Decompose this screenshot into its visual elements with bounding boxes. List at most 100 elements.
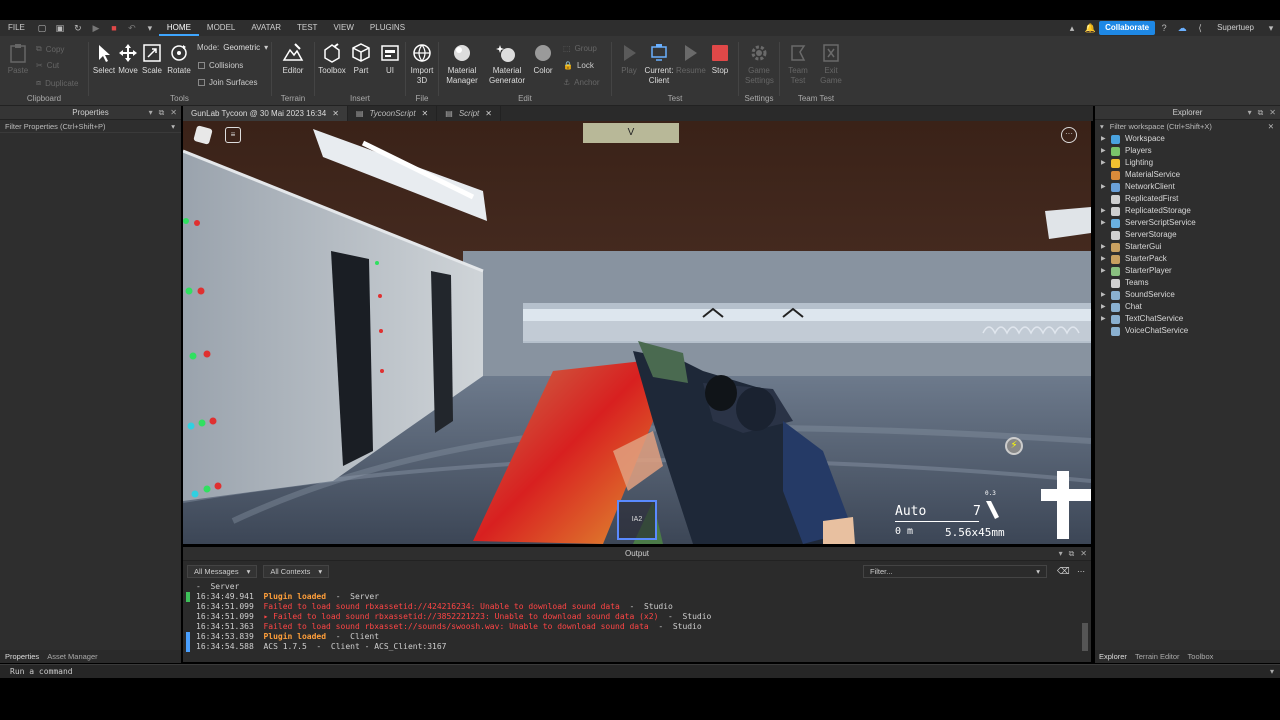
chevron-down-icon[interactable]: ▾ bbox=[1059, 547, 1063, 561]
explorer-item[interactable]: ▶ StarterGui bbox=[1095, 241, 1280, 253]
explorer-item[interactable]: ▶ Players bbox=[1095, 145, 1280, 157]
lock-button[interactable]: 🔒 Lock bbox=[563, 61, 594, 70]
expand-arrow-icon[interactable]: ▶ bbox=[1101, 313, 1111, 325]
popout-icon[interactable]: ⧉ bbox=[159, 106, 165, 120]
collapse-ribbon-icon[interactable]: ▴ bbox=[1066, 22, 1078, 34]
part-button[interactable]: Part bbox=[347, 42, 375, 76]
popout-icon[interactable]: ⧉ bbox=[1069, 547, 1075, 561]
chat-icon[interactable]: ≡ bbox=[225, 127, 241, 143]
save-icon[interactable]: ▣ bbox=[54, 22, 66, 34]
duplicate-button[interactable]: ⧈ Duplicate bbox=[36, 78, 78, 88]
play-button[interactable]: Play bbox=[615, 42, 643, 76]
explorer-item[interactable]: ▶ SoundService bbox=[1095, 289, 1280, 301]
tab-properties[interactable]: Properties bbox=[5, 652, 39, 661]
tab-toolbox[interactable]: Toolbox bbox=[1188, 652, 1214, 661]
expand-arrow-icon[interactable]: ▶ bbox=[1101, 145, 1111, 157]
explorer-item[interactable]: ReplicatedFirst bbox=[1095, 193, 1280, 205]
log-message[interactable]: ▸ Failed to load sound rbxassetid://3852… bbox=[263, 612, 658, 621]
expand-arrow-icon[interactable]: ▶ bbox=[1101, 217, 1111, 229]
close-icon[interactable]: ✕ bbox=[332, 106, 339, 121]
tab-home[interactable]: HOME bbox=[158, 20, 199, 36]
notification-bell-icon[interactable]: 🔔 bbox=[1084, 22, 1096, 34]
explorer-item[interactable]: ▶ StarterPack bbox=[1095, 253, 1280, 265]
chevron-down-icon[interactable]: ▾ bbox=[1270, 667, 1274, 676]
new-file-icon[interactable]: ▢ bbox=[36, 22, 48, 34]
expand-arrow-icon[interactable]: ▶ bbox=[1101, 253, 1111, 265]
tab-view[interactable]: VIEW bbox=[325, 20, 361, 36]
terrain-editor-button[interactable]: Editor bbox=[279, 42, 307, 76]
rotate-tool-button[interactable]: Rotate bbox=[165, 42, 193, 76]
collisions-checkbox[interactable] bbox=[198, 62, 205, 69]
material-generator-button[interactable]: Material Generator bbox=[488, 42, 526, 86]
tab-explorer[interactable]: Explorer bbox=[1099, 652, 1127, 661]
context-filter-dropdown[interactable]: All Contexts ▾ bbox=[263, 564, 330, 578]
stop-button[interactable]: Stop bbox=[706, 42, 734, 76]
explorer-item[interactable]: ▶ ReplicatedStorage bbox=[1095, 205, 1280, 217]
toolbox-button[interactable]: Toolbox bbox=[318, 42, 346, 76]
team-test-button[interactable]: Team Test bbox=[784, 42, 812, 86]
close-icon[interactable]: ✕ bbox=[1268, 120, 1274, 133]
more-options-icon[interactable]: ⋯ bbox=[1077, 567, 1085, 576]
tab-asset-manager[interactable]: Asset Manager bbox=[47, 652, 97, 661]
explorer-item[interactable]: ▶ Lighting bbox=[1095, 157, 1280, 169]
explorer-item[interactable]: ▶ NetworkClient bbox=[1095, 181, 1280, 193]
command-bar[interactable]: Run a command ▾ bbox=[0, 664, 1280, 678]
log-message[interactable]: Plugin loaded bbox=[263, 632, 326, 641]
close-icon[interactable]: ✕ bbox=[170, 106, 177, 120]
expand-arrow-icon[interactable]: ▶ bbox=[1101, 181, 1111, 193]
close-icon[interactable]: ✕ bbox=[1080, 547, 1087, 561]
log-message[interactable]: Server bbox=[210, 582, 239, 591]
message-filter-dropdown[interactable]: All Messages ▾ bbox=[187, 564, 258, 578]
explorer-item[interactable]: Teams bbox=[1095, 277, 1280, 289]
explorer-item[interactable]: VoiceChatService bbox=[1095, 325, 1280, 337]
expand-arrow-icon[interactable]: ▶ bbox=[1101, 205, 1111, 217]
expand-arrow-icon[interactable]: ▶ bbox=[1101, 241, 1111, 253]
anchor-button[interactable]: ⚓ Anchor bbox=[563, 78, 600, 87]
join-surfaces-toggle[interactable]: Join Surfaces bbox=[198, 78, 257, 87]
share-icon[interactable]: ⟨ bbox=[1194, 22, 1206, 34]
redo-icon[interactable]: ↻ bbox=[72, 22, 84, 34]
chevron-down-icon[interactable]: ▾ bbox=[171, 120, 175, 132]
tab-terrain-editor[interactable]: Terrain Editor bbox=[1135, 652, 1180, 661]
explorer-item[interactable]: ▶ Workspace bbox=[1095, 133, 1280, 145]
play-small-icon[interactable]: ▶ bbox=[90, 22, 102, 34]
explorer-item[interactable]: MaterialService bbox=[1095, 169, 1280, 181]
close-icon[interactable]: ✕ bbox=[485, 106, 492, 121]
stop-small-icon[interactable]: ■ bbox=[108, 22, 120, 34]
chevron-down-icon[interactable]: ▾ bbox=[149, 106, 153, 120]
mode-value[interactable]: Geometric bbox=[223, 43, 260, 52]
explorer-item[interactable]: ▶ ServerScriptService bbox=[1095, 217, 1280, 229]
resume-button[interactable]: Resume bbox=[676, 42, 706, 76]
color-button[interactable]: Color bbox=[529, 42, 557, 76]
explorer-filter-input[interactable]: ▾ Filter workspace (Ctrl+Shift+X) ✕ bbox=[1095, 120, 1280, 133]
paste-button[interactable]: Paste bbox=[4, 42, 32, 76]
lightning-icon[interactable]: ⚡ bbox=[1005, 437, 1023, 455]
properties-filter-input[interactable]: Filter Properties (Ctrl+Shift+P) ▾ bbox=[0, 120, 181, 133]
game-viewport[interactable]: V ≡ ··· ⚡ IA2 Auto 7 0.3 0 m 5.56x45mm bbox=[183, 121, 1091, 544]
cut-button[interactable]: ✂ Cut bbox=[36, 61, 59, 70]
undo-icon[interactable]: ↶ bbox=[126, 22, 138, 34]
log-message[interactable]: Failed to load sound rbxassetid://424216… bbox=[263, 602, 619, 611]
output-scrollbar[interactable] bbox=[1081, 581, 1089, 661]
tab-avatar[interactable]: AVATAR bbox=[243, 20, 289, 36]
explorer-item[interactable]: ▶ TextChatService bbox=[1095, 313, 1280, 325]
explorer-item[interactable]: ServerStorage bbox=[1095, 229, 1280, 241]
expand-arrow-icon[interactable]: ▶ bbox=[1101, 133, 1111, 145]
mode-selector[interactable]: Mode: Geometric ▾ bbox=[197, 43, 268, 52]
log-message[interactable]: Failed to load sound rbxasset://sounds/s… bbox=[263, 622, 648, 631]
output-scrollbar-thumb[interactable] bbox=[1082, 623, 1088, 651]
copy-button[interactable]: ⧉ Copy bbox=[36, 44, 64, 54]
tab-test[interactable]: TEST bbox=[289, 20, 325, 36]
user-dropdown-icon[interactable]: ▾ bbox=[1265, 22, 1277, 34]
exit-game-button[interactable]: Exit Game bbox=[817, 42, 845, 86]
ui-button[interactable]: UI bbox=[376, 42, 404, 76]
tab-model[interactable]: MODEL bbox=[199, 20, 243, 36]
explorer-item[interactable]: ▶ StarterPlayer bbox=[1095, 265, 1280, 277]
explorer-item[interactable]: ▶ Chat bbox=[1095, 301, 1280, 313]
popout-icon[interactable]: ⧉ bbox=[1258, 106, 1264, 120]
expand-arrow-icon[interactable]: ▶ bbox=[1101, 265, 1111, 277]
log-message[interactable]: Plugin loaded bbox=[263, 592, 326, 601]
collisions-toggle[interactable]: Collisions bbox=[198, 61, 243, 70]
close-icon[interactable]: ✕ bbox=[1269, 106, 1276, 120]
material-manager-button[interactable]: Material Manager bbox=[445, 42, 479, 86]
